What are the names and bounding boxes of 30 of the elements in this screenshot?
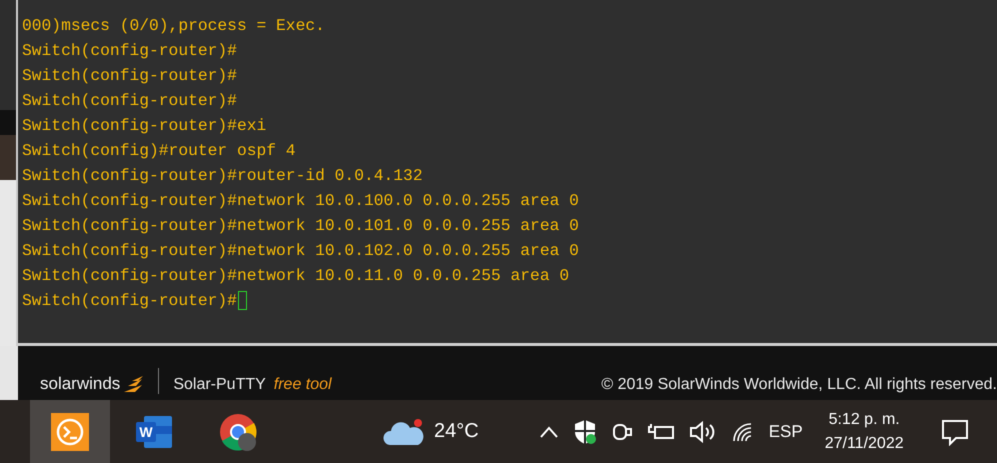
terminal-line: Switch(config)#router ospf 4 xyxy=(22,140,296,162)
battery-icon[interactable] xyxy=(646,422,675,442)
speaker-icon[interactable] xyxy=(688,420,717,442)
shield-icon[interactable] xyxy=(572,418,597,444)
terminal-line: Switch(config-router)#network 10.0.101.0 0.0.0.255 area 0 xyxy=(22,215,579,237)
terminal-line: 000)msecs (0/0),process = Exec. xyxy=(22,15,325,37)
flame-icon xyxy=(122,376,144,394)
taskbar-app-button[interactable] xyxy=(30,400,110,463)
brand-logo-text: solarwinds xyxy=(40,374,120,394)
terminal-line: Switch(config-router)# xyxy=(22,90,237,112)
temperature-text: 24°C xyxy=(434,420,479,443)
terminal-line: Switch(config-router)#network 10.0.100.0 0.0.0.255 area 0 xyxy=(22,190,579,212)
terminal-line: Switch(config-router)# xyxy=(22,40,237,62)
product-name: Solar-PuTTY xyxy=(173,376,266,394)
clock[interactable]: 5:12 p. m. 27/11/2022 xyxy=(824,408,904,456)
browser-icon xyxy=(218,412,258,452)
terminal-line: Switch(config-router)#router-id 0.0.4.132 xyxy=(22,165,423,187)
language-indicator[interactable]: ESP xyxy=(768,422,803,442)
terminal-app-icon xyxy=(51,412,89,450)
terminal-line: Switch(config-router)# xyxy=(22,290,237,312)
taskbar-app-button[interactable]: W xyxy=(114,400,194,463)
terminal-line: Switch(config-router)#network 10.0.11.0 0.0.0.255 area 0 xyxy=(22,265,570,287)
product-tag: free tool xyxy=(274,376,332,394)
chevron-up-icon[interactable] xyxy=(538,424,559,438)
copyright-text: © 2019 SolarWinds Worldwide, LLC. All rights reserved. xyxy=(601,376,997,394)
notification-icon[interactable] xyxy=(940,418,970,446)
terminal-line: Switch(config-router)#network 10.0.102.0 0.0.0.255 area 0 xyxy=(22,240,579,262)
terminal-line: Switch(config-router)# xyxy=(22,65,237,87)
cloud-icon[interactable] xyxy=(382,416,426,446)
terminal-line: Switch(config-router)#exi xyxy=(22,115,266,137)
